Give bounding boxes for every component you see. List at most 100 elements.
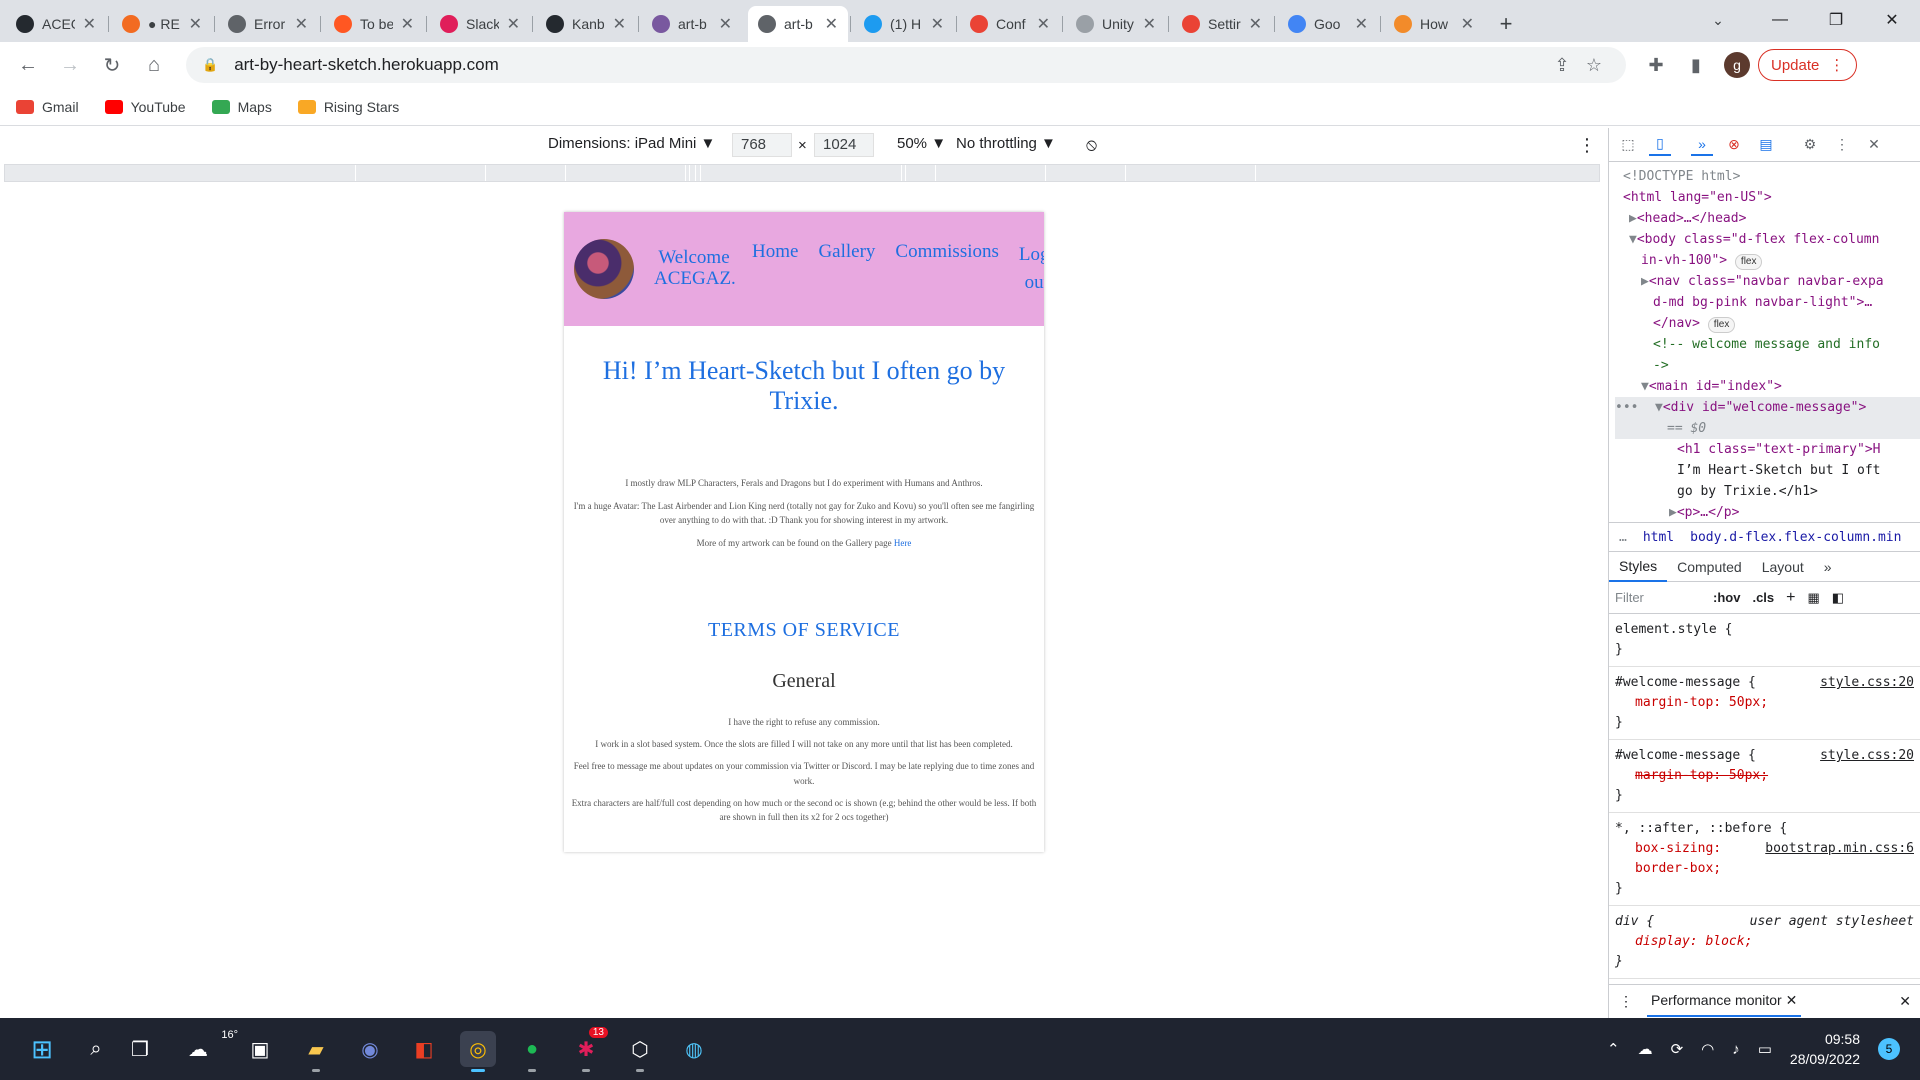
css-declaration[interactable]: display: block; bbox=[1635, 932, 1914, 952]
devtools-menu-icon[interactable]: ⋮ bbox=[1831, 134, 1853, 156]
task-view-icon[interactable]: ❐ bbox=[122, 1031, 158, 1067]
settings-gear-icon[interactable]: ⚙ bbox=[1799, 134, 1821, 156]
weather-widget-icon[interactable]: ☁ 16° bbox=[188, 1029, 238, 1067]
close-tab-icon[interactable]: ✕ bbox=[719, 14, 732, 34]
unity-icon[interactable]: ⬡ bbox=[622, 1031, 658, 1072]
close-tab-icon[interactable]: ✕ bbox=[507, 14, 520, 34]
device-height-input[interactable]: 1024 bbox=[814, 133, 874, 157]
dom-nav[interactable]: ▶<nav class="navbar navbar-expa bbox=[1615, 271, 1920, 292]
forward-arrow-icon[interactable]: → bbox=[52, 47, 88, 83]
close-tab-icon[interactable]: ✕ bbox=[1037, 14, 1050, 34]
profile-avatar[interactable]: g bbox=[1724, 52, 1750, 78]
close-tab-icon[interactable]: ✕ bbox=[1461, 14, 1474, 34]
bookmark-item[interactable]: Rising Stars bbox=[297, 99, 399, 115]
battery-icon[interactable]: ▭ bbox=[1758, 1040, 1772, 1058]
nav-link-commissions[interactable]: Commissions bbox=[895, 241, 998, 263]
styles-filter-input[interactable]: Filter bbox=[1615, 590, 1701, 605]
side-panel-icon[interactable]: ▮ bbox=[1676, 47, 1716, 83]
dom-h1-text[interactable]: I’m Heart-Sketch but I oft bbox=[1615, 460, 1920, 481]
close-devtools-icon[interactable]: ✕ bbox=[1863, 134, 1885, 156]
dom-nav-cont[interactable]: d-md bg-pink navbar-light">… bbox=[1615, 292, 1920, 313]
dom-body[interactable]: ▼<body class="d-flex flex-column bbox=[1615, 229, 1920, 250]
css-rule-source-link[interactable]: style.css:20 bbox=[1820, 673, 1914, 693]
close-tab-icon[interactable]: ✕ bbox=[1355, 14, 1368, 34]
device-dimensions-dropdown[interactable]: Dimensions: iPad Mini ▼ bbox=[548, 135, 715, 152]
dom-main[interactable]: ▼<main id="index"> bbox=[1615, 376, 1920, 397]
dom-body-cont[interactable]: in-vh-100"> flex bbox=[1615, 250, 1920, 271]
browser-tab[interactable]: Conf ✕ bbox=[956, 6, 1060, 42]
css-rule[interactable]: *, ::after, ::before {bootstrap.min.css:… bbox=[1609, 813, 1920, 906]
close-tab-icon[interactable]: ✕ bbox=[295, 14, 308, 34]
gallery-here-link[interactable]: Here bbox=[894, 538, 912, 548]
bookmark-star-icon[interactable]: ☆ bbox=[1578, 55, 1610, 76]
nav-link-home[interactable]: Home bbox=[752, 241, 798, 263]
onedrive-error-icon[interactable]: ☁ bbox=[1638, 1040, 1653, 1058]
dom-nav-close[interactable]: </nav> flex bbox=[1615, 313, 1920, 334]
bookmark-item[interactable]: Maps bbox=[211, 99, 272, 115]
windows-start-icon[interactable]: ⊞ bbox=[24, 1031, 60, 1067]
close-tab-icon[interactable]: ✕ bbox=[83, 14, 96, 34]
hov-toggle[interactable]: :hov bbox=[1713, 590, 1740, 605]
dom-html[interactable]: <html lang="en-US"> bbox=[1615, 187, 1920, 208]
browser-tab[interactable]: Goo ✕ bbox=[1274, 6, 1378, 42]
dom-p[interactable]: ▶<p>…</p> bbox=[1615, 502, 1920, 522]
bookmark-item[interactable]: YouTube bbox=[104, 99, 186, 115]
browser-tab[interactable]: ● RE ✕ bbox=[108, 6, 212, 42]
tray-overflow-chevron-icon[interactable]: ⌃ bbox=[1607, 1040, 1620, 1058]
dom-head[interactable]: ▶<head>…</head> bbox=[1615, 208, 1920, 229]
browser-tab[interactable]: Kanb ✕ bbox=[532, 6, 636, 42]
close-tab-icon[interactable]: ✕ bbox=[613, 14, 626, 34]
paint-app-icon[interactable]: ◍ bbox=[676, 1031, 712, 1067]
device-toggle-icon[interactable]: ▯ bbox=[1649, 134, 1671, 156]
close-tab-icon[interactable]: ✕ bbox=[1249, 14, 1262, 34]
restore-button[interactable]: ❐ bbox=[1808, 0, 1864, 40]
teams-chat-icon[interactable]: ▣ bbox=[242, 1031, 278, 1067]
tab-layout[interactable]: Layout bbox=[1752, 553, 1814, 581]
dom-welcome-div-selected[interactable]: ••• ▼<div id="welcome-message"> bbox=[1615, 397, 1920, 418]
issues-icon[interactable]: ▤ bbox=[1755, 134, 1777, 156]
sync-icon[interactable]: ⟳ bbox=[1671, 1040, 1684, 1058]
update-button[interactable]: Update ⋮ bbox=[1758, 49, 1858, 81]
volume-icon[interactable]: ♪ bbox=[1732, 1041, 1740, 1058]
dom-doctype[interactable]: <!DOCTYPE html> bbox=[1615, 166, 1920, 187]
more-panels-chevron-icon[interactable]: » bbox=[1691, 134, 1713, 156]
share-icon[interactable]: ⇪ bbox=[1546, 55, 1578, 76]
minimize-button[interactable]: — bbox=[1752, 0, 1808, 40]
address-bar[interactable]: 🔒 art-by-heart-sketch.herokuapp.com ⇪ ☆ bbox=[186, 47, 1626, 83]
rotate-icon[interactable]: ⦸ bbox=[1086, 135, 1097, 155]
bookmark-item[interactable]: Gmail bbox=[16, 99, 79, 115]
clock[interactable]: 09:58 28/09/2022 bbox=[1790, 1029, 1860, 1069]
search-icon[interactable]: ⌕ bbox=[78, 1031, 114, 1067]
more-tabs-chevron-icon[interactable]: » bbox=[1814, 553, 1842, 581]
throttling-dropdown[interactable]: No throttling ▼ bbox=[956, 135, 1056, 152]
reload-icon[interactable]: ↻ bbox=[94, 47, 130, 83]
dom-h1-text-cont[interactable]: go by Trixie.</h1> bbox=[1615, 481, 1920, 502]
browser-tab[interactable]: Error ✕ bbox=[214, 6, 318, 42]
close-tab-icon[interactable]: ✕ bbox=[189, 14, 202, 34]
cls-toggle[interactable]: .cls bbox=[1752, 590, 1774, 605]
close-tab-icon[interactable]: ✕ bbox=[401, 14, 414, 34]
slack-icon[interactable]: ✱ 13 bbox=[568, 1027, 608, 1072]
css-rule[interactable]: element.style { } bbox=[1609, 614, 1920, 667]
nav-link-gallery[interactable]: Gallery bbox=[818, 241, 875, 263]
sidebar-toggle-icon[interactable]: ◧ bbox=[1832, 590, 1844, 606]
breadcrumb-ellipsis-icon[interactable]: … bbox=[1619, 530, 1627, 545]
nav-link-logout[interactable]: Log out bbox=[1019, 241, 1044, 296]
flex-badge[interactable]: flex bbox=[1734, 254, 1763, 270]
tab-styles[interactable]: Styles bbox=[1609, 552, 1668, 582]
browser-tab[interactable]: art-b ✕ bbox=[638, 6, 742, 42]
browser-tab[interactable]: Settir ✕ bbox=[1168, 6, 1272, 42]
discord-icon[interactable]: ◉ bbox=[352, 1031, 388, 1067]
css-declaration-overridden[interactable]: margin-top: 50px; bbox=[1635, 766, 1914, 786]
office-icon[interactable]: ◧ bbox=[406, 1031, 442, 1067]
breadcrumb-html[interactable]: html bbox=[1643, 530, 1674, 545]
device-toolbar-more-icon[interactable]: ⋮ bbox=[1578, 135, 1596, 156]
device-width-input[interactable]: 768 bbox=[732, 133, 792, 157]
browser-tab[interactable]: To be ✕ bbox=[320, 6, 424, 42]
close-window-button[interactable]: ✕ bbox=[1864, 0, 1920, 40]
close-tab-icon[interactable]: ✕ bbox=[825, 14, 838, 34]
breadcrumb-body[interactable]: body.d-flex.flex-column.min bbox=[1690, 530, 1901, 545]
close-tab-icon[interactable]: ✕ bbox=[931, 14, 944, 34]
css-rule[interactable]: #welcome-message {style.css:20 margin-to… bbox=[1609, 740, 1920, 813]
address-url[interactable]: art-by-heart-sketch.herokuapp.com bbox=[234, 55, 1546, 75]
